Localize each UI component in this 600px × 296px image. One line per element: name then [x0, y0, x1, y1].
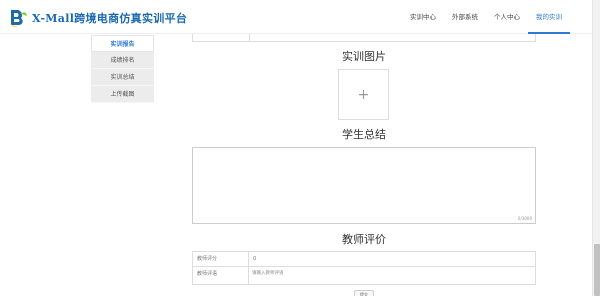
- site-title: X-Mall跨境电商仿真实训平台: [32, 12, 188, 25]
- teacher-evaluation-table: 教师评分 0 教师评语 请输入教师评语: [192, 251, 536, 285]
- table-row: 教师评分 0: [193, 252, 535, 267]
- brand-logo[interactable]: X-Mall跨境电商仿真实训平台: [8, 8, 187, 28]
- report-table-bottom: [192, 34, 536, 42]
- submit-button[interactable]: 提交: [354, 290, 374, 296]
- student-summary-textarea[interactable]: 0/3000: [192, 147, 536, 224]
- sidebar-item-training-summary[interactable]: 实训总结: [91, 69, 154, 86]
- logo-icon: [8, 8, 28, 28]
- nav-item-training-center[interactable]: 实训中心: [402, 0, 444, 34]
- teacher-section-title: 教师评价: [342, 233, 386, 246]
- teacher-score-value: 0: [253, 256, 257, 262]
- top-header: X-Mall跨境电商仿真实训平台 实训中心 外部系统 个人中心 我的实训: [0, 0, 600, 34]
- sidebar: 实训报告 成绩排名 实训总结 上传截图: [91, 35, 154, 103]
- plus-icon: +: [357, 86, 370, 103]
- table-divider: [249, 34, 250, 42]
- teacher-comment-field[interactable]: 请输入教师评语: [251, 268, 533, 283]
- sidebar-item-training-report[interactable]: 实训报告: [91, 35, 154, 52]
- nav-item-personal-center[interactable]: 个人中心: [486, 0, 528, 34]
- nav-item-external-systems[interactable]: 外部系统: [444, 0, 486, 34]
- image-upload-button[interactable]: +: [338, 69, 389, 120]
- page-scrollbar[interactable]: [592, 0, 600, 296]
- table-row: 教师评语 请输入教师评语: [193, 267, 535, 284]
- teacher-score-label: 教师评分: [193, 252, 249, 266]
- nav-item-my-training[interactable]: 我的实训: [528, 0, 570, 34]
- scrollbar-thumb[interactable]: [594, 244, 600, 296]
- summary-section-title: 学生总结: [342, 128, 386, 141]
- sidebar-item-upload-screenshot[interactable]: 上传截图: [91, 86, 154, 103]
- char-counter: 0/3000: [517, 216, 532, 221]
- main-nav: 实训中心 外部系统 个人中心 我的实训: [402, 0, 570, 34]
- teacher-comment-label: 教师评语: [193, 267, 249, 284]
- images-section-title: 实训图片: [342, 50, 386, 63]
- sidebar-item-score-ranking[interactable]: 成绩排名: [91, 52, 154, 69]
